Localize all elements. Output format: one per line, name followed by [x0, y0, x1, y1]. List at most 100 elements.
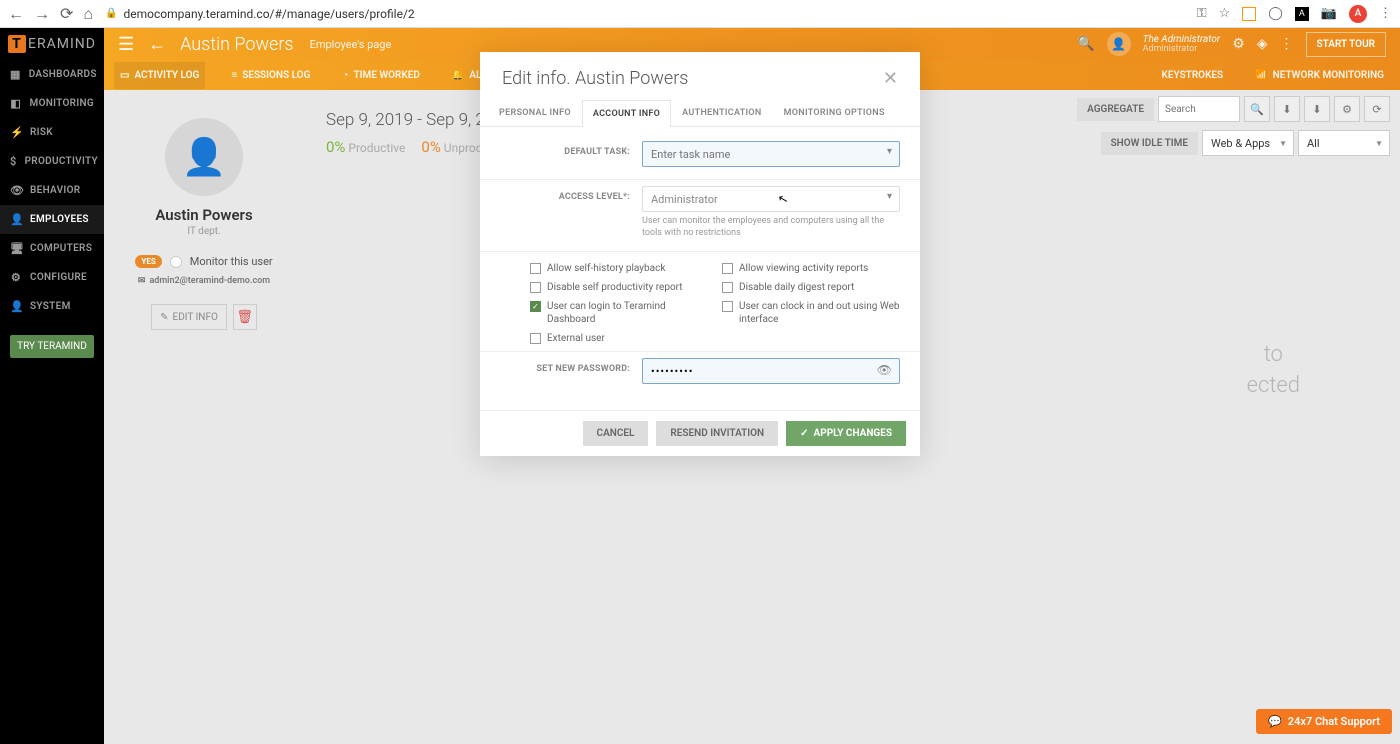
back-arrow-icon[interactable]: ← — [148, 34, 166, 55]
sidebar-item-risk[interactable]: ⚡RISK — [0, 118, 104, 147]
sidebar-item-system[interactable]: 👤SYSTEM — [0, 292, 104, 321]
monitor-icon: ▭ — [120, 70, 129, 81]
checkbox-icon[interactable] — [722, 263, 733, 274]
apply-label: APPLY CHANGES — [814, 428, 892, 439]
password-input[interactable] — [642, 358, 900, 384]
tab-monitoring-options[interactable]: MONITORING OPTIONS — [773, 99, 896, 126]
sidebar-label: MONITORING — [30, 98, 94, 109]
select-all[interactable]: All — [1298, 130, 1390, 156]
start-tour-button[interactable]: START TOUR — [1306, 32, 1386, 57]
tab-activity-log[interactable]: ▭ ACTIVITY LOG — [114, 62, 205, 89]
tab-sessions-log[interactable]: ≡ SESSIONS LOG — [225, 62, 316, 89]
toggle-knob[interactable] — [170, 256, 182, 268]
key-icon[interactable]: ⚿ — [1197, 6, 1207, 21]
check-disable-productivity[interactable]: Disable self productivity report — [530, 281, 708, 294]
checkbox-icon[interactable] — [722, 301, 733, 312]
list-icon: ≡ — [231, 70, 237, 81]
star-icon[interactable]: ☆ — [1219, 6, 1231, 21]
tab-time-worked[interactable]: ◔ TIME WORKED — [336, 62, 425, 89]
ext-icon-1[interactable] — [1242, 7, 1256, 21]
sidebar-item-employees[interactable]: 👤EMPLOYEES — [0, 205, 104, 234]
checkbox-checked-icon[interactable]: ✓ — [530, 301, 541, 312]
access-level-select[interactable]: Administrator — [642, 186, 900, 212]
toggle-yes-badge[interactable]: YES — [135, 255, 161, 268]
select-webapps[interactable]: Web & Apps — [1202, 130, 1294, 156]
check-self-history[interactable]: Allow self-history playback — [530, 262, 708, 275]
default-task-label: DEFAULT TASK: — [500, 141, 630, 157]
tab-network[interactable]: 📶 NETWORK MONITORING — [1249, 62, 1390, 89]
gear-icon[interactable]: ⚙ — [1232, 36, 1245, 52]
tab-account-info[interactable]: ACCOUNT INFO — [582, 100, 671, 127]
apply-changes-button[interactable]: ✓ APPLY CHANGES — [786, 421, 906, 446]
diamond-icon[interactable]: ◈ — [1257, 36, 1268, 52]
ext-icon-2[interactable]: ◯ — [1268, 6, 1283, 21]
sidebar-item-monitoring[interactable]: ◧MONITORING — [0, 89, 104, 118]
export-button-1[interactable]: ⬇ — [1274, 96, 1300, 122]
check-login-dashboard[interactable]: ✓User can login to Teramind Dashboard — [530, 300, 708, 326]
browser-avatar[interactable]: A — [1349, 5, 1367, 23]
sidebar-item-dashboards[interactable]: ▦DASHBOARDS — [0, 60, 104, 89]
header-user-info[interactable]: The Administrator Administrator — [1143, 34, 1221, 55]
sidebar-item-productivity[interactable]: $PRODUCTIVITY — [0, 147, 104, 176]
sidebar-item-configure[interactable]: ⚙CONFIGURE — [0, 263, 104, 292]
modal-body: DEFAULT TASK: ACCESS LEVEL*: Administrat… — [480, 127, 920, 410]
delete-user-button[interactable]: 🗑 — [233, 304, 257, 330]
sidebar-item-behavior[interactable]: 👁BEHAVIOR — [0, 176, 104, 205]
search-icon[interactable]: 🔍 — [1077, 36, 1094, 52]
edit-info-label: EDIT INFO — [173, 312, 218, 323]
brand-logo[interactable]: T ERAMIND — [0, 28, 104, 60]
check-view-reports[interactable]: Allow viewing activity reports — [722, 262, 900, 275]
check-external-user[interactable]: External user — [530, 332, 708, 345]
hamburger-icon[interactable]: ☰ — [118, 34, 134, 55]
checkbox-icon[interactable] — [530, 263, 541, 274]
show-idle-button[interactable]: SHOW IDLE TIME — [1101, 132, 1198, 155]
check-label: User can clock in and out using Web inte… — [739, 300, 900, 326]
chat-support-button[interactable]: 💬 24x7 Chat Support — [1256, 709, 1392, 734]
check-disable-digest[interactable]: Disable daily digest report — [722, 281, 900, 294]
check-clock-web[interactable]: User can clock in and out using Web inte… — [722, 300, 900, 326]
checkbox-icon[interactable] — [530, 282, 541, 293]
search-input[interactable] — [1158, 96, 1240, 122]
export-button-2[interactable]: ⬇ — [1304, 96, 1330, 122]
pencil-icon: ✎ — [160, 312, 168, 323]
browser-home-icon[interactable]: ⌂ — [83, 4, 93, 24]
tab-personal-info[interactable]: PERSONAL INFO — [488, 99, 582, 126]
cancel-button[interactable]: CANCEL — [583, 421, 649, 446]
checkbox-icon[interactable] — [722, 282, 733, 293]
tab-label: SESSIONS LOG — [242, 70, 310, 81]
aggregate-button[interactable]: AGGREGATE — [1077, 98, 1154, 121]
ext-icon-3[interactable]: A — [1295, 7, 1309, 21]
try-teramind-button[interactable]: TRY TERAMIND — [10, 335, 94, 358]
sidebar-label: COMPUTERS — [30, 243, 92, 254]
tab-authentication[interactable]: AUTHENTICATION — [671, 99, 772, 126]
browser-reload-icon[interactable]: ⟳ — [60, 4, 73, 23]
pct-unproductive: 0% — [421, 138, 440, 156]
refresh-button[interactable]: ⟳ — [1364, 96, 1390, 122]
ext-icon-4[interactable]: 📷 — [1321, 6, 1337, 21]
default-task-input[interactable] — [642, 141, 900, 167]
page-title: Austin Powers — [180, 34, 293, 55]
tab-label: KEYSTROKES — [1162, 70, 1224, 81]
search-button[interactable]: 🔍 — [1244, 96, 1270, 122]
more-icon[interactable]: ⋮ — [1280, 36, 1294, 52]
header-avatar[interactable]: 👤 — [1107, 32, 1131, 56]
eye-icon[interactable]: 👁 — [877, 363, 892, 377]
settings-button[interactable]: ⚙ — [1334, 96, 1360, 122]
modal-header: Edit info. Austin Powers ✕ — [480, 52, 920, 99]
access-level-help: User can monitor the employees and compu… — [642, 216, 900, 239]
checkbox-icon[interactable] — [530, 333, 541, 344]
browser-menu-icon[interactable]: ⋮ — [1379, 6, 1392, 21]
browser-back-icon[interactable]: ← — [8, 4, 24, 24]
second-controls: SHOW IDLE TIME Web & Apps All — [1101, 130, 1390, 156]
url-bar[interactable]: 🔒 democompany.teramind.co/#/manage/users… — [105, 7, 1185, 21]
sidebar: T ERAMIND ▦DASHBOARDS ◧MONITORING ⚡RISK … — [0, 28, 104, 744]
browser-forward-icon[interactable]: → — [34, 4, 50, 24]
tab-keystrokes[interactable]: KEYSTROKES — [1156, 62, 1230, 89]
top-controls: AGGREGATE 🔍 ⬇ ⬇ ⚙ ⟳ — [1077, 96, 1390, 122]
access-level-label: ACCESS LEVEL*: — [500, 186, 630, 202]
url-text: democompany.teramind.co/#/manage/users/p… — [124, 7, 415, 21]
sidebar-item-computers[interactable]: 🖥COMPUTERS — [0, 234, 104, 263]
close-icon[interactable]: ✕ — [883, 68, 898, 89]
resend-invitation-button[interactable]: RESEND INVITATION — [656, 421, 778, 446]
edit-info-button[interactable]: ✎ EDIT INFO — [151, 304, 227, 330]
